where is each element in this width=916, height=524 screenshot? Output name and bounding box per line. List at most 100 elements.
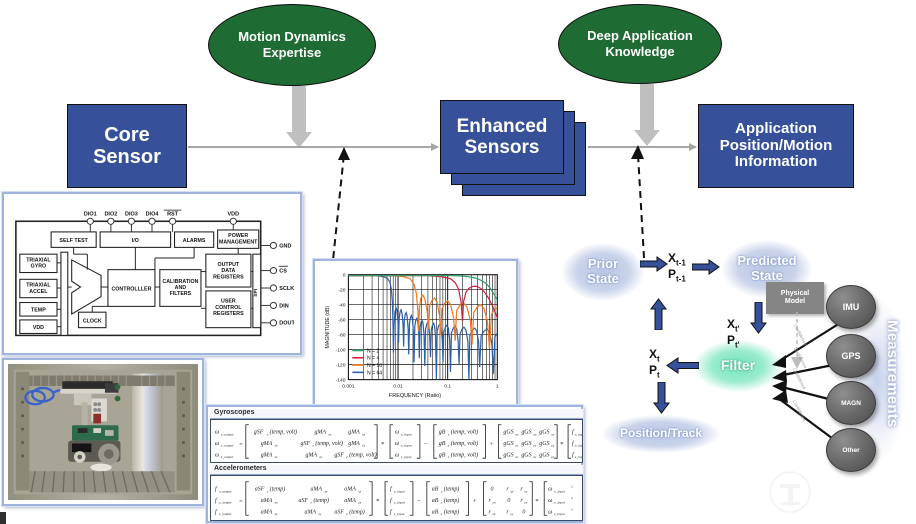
svg-text:−: − bbox=[424, 441, 428, 448]
svg-text:y_input: y_input bbox=[553, 501, 566, 505]
svg-text:x: x bbox=[440, 489, 443, 493]
svg-text:+: + bbox=[489, 441, 493, 448]
svg-text:DATA: DATA bbox=[221, 268, 235, 274]
svg-text:I/O: I/O bbox=[132, 238, 139, 244]
svg-text:gGS: gGS bbox=[539, 441, 549, 447]
dashed-callout-right bbox=[631, 145, 645, 259]
kalman-state-in-p: P bbox=[668, 266, 677, 281]
svg-text:gSF: gSF bbox=[254, 429, 264, 435]
svg-text:aB: aB bbox=[432, 509, 439, 515]
kalman-position-track-label: Position/Track bbox=[619, 426, 703, 441]
kalman-state-predicted: Xt' Pt' bbox=[727, 318, 740, 350]
svg-text:*: * bbox=[381, 441, 385, 448]
svg-text:zy: zy bbox=[532, 455, 536, 459]
svg-text:N = 64: N = 64 bbox=[367, 370, 382, 376]
svg-text:POWER: POWER bbox=[228, 233, 248, 239]
svg-text:(temp): (temp) bbox=[444, 485, 460, 492]
svg-text:*: * bbox=[376, 498, 380, 505]
kalman-filter-label: Filter bbox=[720, 357, 756, 374]
svg-text:0: 0 bbox=[507, 498, 510, 504]
svg-text:VDD: VDD bbox=[33, 325, 44, 331]
svg-text:SELF TEST: SELF TEST bbox=[59, 238, 88, 244]
svg-text:gGS: gGS bbox=[521, 429, 531, 435]
svg-text:ACCEL: ACCEL bbox=[29, 289, 48, 295]
watermark-logo bbox=[769, 471, 811, 513]
svg-text:x: x bbox=[447, 432, 450, 436]
sensor-magn: MAGN bbox=[826, 381, 876, 425]
svg-text:x_input: x_input bbox=[574, 432, 582, 436]
kalman-state-pred-p: P bbox=[727, 332, 736, 347]
sensor-other: Other bbox=[826, 428, 876, 472]
svg-text:aSF: aSF bbox=[255, 486, 265, 492]
svg-text:(temp, volt): (temp, volt) bbox=[349, 451, 376, 458]
svg-text:gB: gB bbox=[439, 452, 446, 458]
svg-text:aMA: aMA bbox=[344, 498, 356, 504]
svg-text:xy: xy bbox=[509, 489, 514, 493]
svg-text:xy: xy bbox=[532, 432, 537, 436]
ellipse-deep-knowledge-label: Deep Application Knowledge bbox=[587, 28, 693, 59]
svg-text:+: + bbox=[473, 498, 477, 505]
svg-text:(temp): (temp) bbox=[313, 497, 329, 504]
svg-text:gGS: gGS bbox=[503, 452, 513, 458]
kalman-arrow-filter-to-state bbox=[666, 357, 699, 374]
svg-text:zx: zx bbox=[274, 455, 278, 459]
svg-text:yx: yx bbox=[514, 444, 519, 448]
svg-text:ω: ω bbox=[548, 509, 552, 515]
svg-text:xy: xy bbox=[323, 489, 328, 493]
svg-text:ω: ω bbox=[215, 429, 219, 435]
svg-text:zx: zx bbox=[274, 512, 278, 516]
svg-text:0.1: 0.1 bbox=[444, 383, 451, 389]
measurements-text: Measurements bbox=[884, 320, 901, 428]
kalman-state-pred-x: X bbox=[727, 317, 736, 331]
svg-text:DIO2: DIO2 bbox=[104, 211, 117, 217]
svg-text:z_output: z_output bbox=[218, 512, 232, 516]
svg-text:MANAGEMENT: MANAGEMENT bbox=[219, 240, 258, 246]
svg-text:gSF: gSF bbox=[301, 441, 311, 447]
svg-text:ω: ω bbox=[215, 441, 219, 447]
svg-text:y_input: y_input bbox=[574, 444, 582, 448]
sensor-other-label: Other bbox=[842, 446, 860, 454]
svg-text:N = 16: N = 16 bbox=[367, 363, 382, 369]
svg-text:aMA: aMA bbox=[304, 509, 316, 515]
svg-text:FILTERS: FILTERS bbox=[170, 291, 192, 297]
svg-text:z_input: z_input bbox=[553, 512, 566, 516]
svg-text:=: = bbox=[239, 442, 243, 448]
svg-text:gGS: gGS bbox=[521, 441, 531, 447]
kalman-prior-state-label: Prior State bbox=[587, 256, 619, 286]
svg-text:DOUT: DOUT bbox=[279, 321, 294, 327]
svg-text:xz: xz bbox=[523, 489, 528, 493]
svg-text:xz: xz bbox=[361, 432, 366, 436]
kalman-arrow-prior-to-state bbox=[640, 256, 668, 272]
svg-text:2: 2 bbox=[571, 507, 573, 511]
svg-text:z_input: z_input bbox=[574, 455, 582, 459]
svg-text:gGS: gGS bbox=[539, 452, 549, 458]
svg-text:xy: xy bbox=[327, 432, 332, 436]
svg-text:-120: -120 bbox=[336, 363, 346, 369]
svg-text:2: 2 bbox=[571, 485, 573, 489]
svg-text:REGISTERS: REGISTERS bbox=[213, 274, 244, 280]
kalman-state-out-p: P bbox=[649, 362, 658, 377]
kalman-state-in-xsub: t-1 bbox=[676, 258, 686, 268]
svg-text:gSF: gSF bbox=[334, 452, 344, 458]
equations-gyro-label: Gyroscopes bbox=[214, 409, 255, 416]
svg-text:y_input: y_input bbox=[400, 444, 413, 448]
svg-text:gMA: gMA bbox=[314, 429, 326, 435]
kalman-arrow-state-to-predicted bbox=[692, 259, 720, 275]
svg-text:aMA: aMA bbox=[310, 486, 322, 492]
svg-text:gMA: gMA bbox=[261, 441, 273, 447]
svg-text:(temp, volt): (temp, volt) bbox=[451, 440, 478, 447]
svg-text:gMA: gMA bbox=[305, 452, 317, 458]
svg-text:gB: gB bbox=[439, 441, 446, 447]
kalman-state-in-psub: t-1 bbox=[676, 274, 686, 284]
kalman-predicted-state-label: Predicted State bbox=[737, 253, 797, 283]
svg-text:aB: aB bbox=[432, 486, 439, 492]
kalman-state-out-x: X bbox=[649, 347, 658, 361]
svg-text:zx: zx bbox=[491, 512, 495, 516]
svg-text:aMA: aMA bbox=[344, 486, 356, 492]
svg-text:y_output: y_output bbox=[220, 444, 235, 448]
box-enhanced-sensors-stack: Enhanced Sensors bbox=[440, 100, 588, 198]
svg-text:gMA: gMA bbox=[348, 441, 360, 447]
svg-text:MAGNITUDE (dB): MAGNITUDE (dB) bbox=[325, 306, 331, 349]
svg-text:zy: zy bbox=[509, 512, 513, 516]
svg-text:ω: ω bbox=[395, 452, 399, 458]
